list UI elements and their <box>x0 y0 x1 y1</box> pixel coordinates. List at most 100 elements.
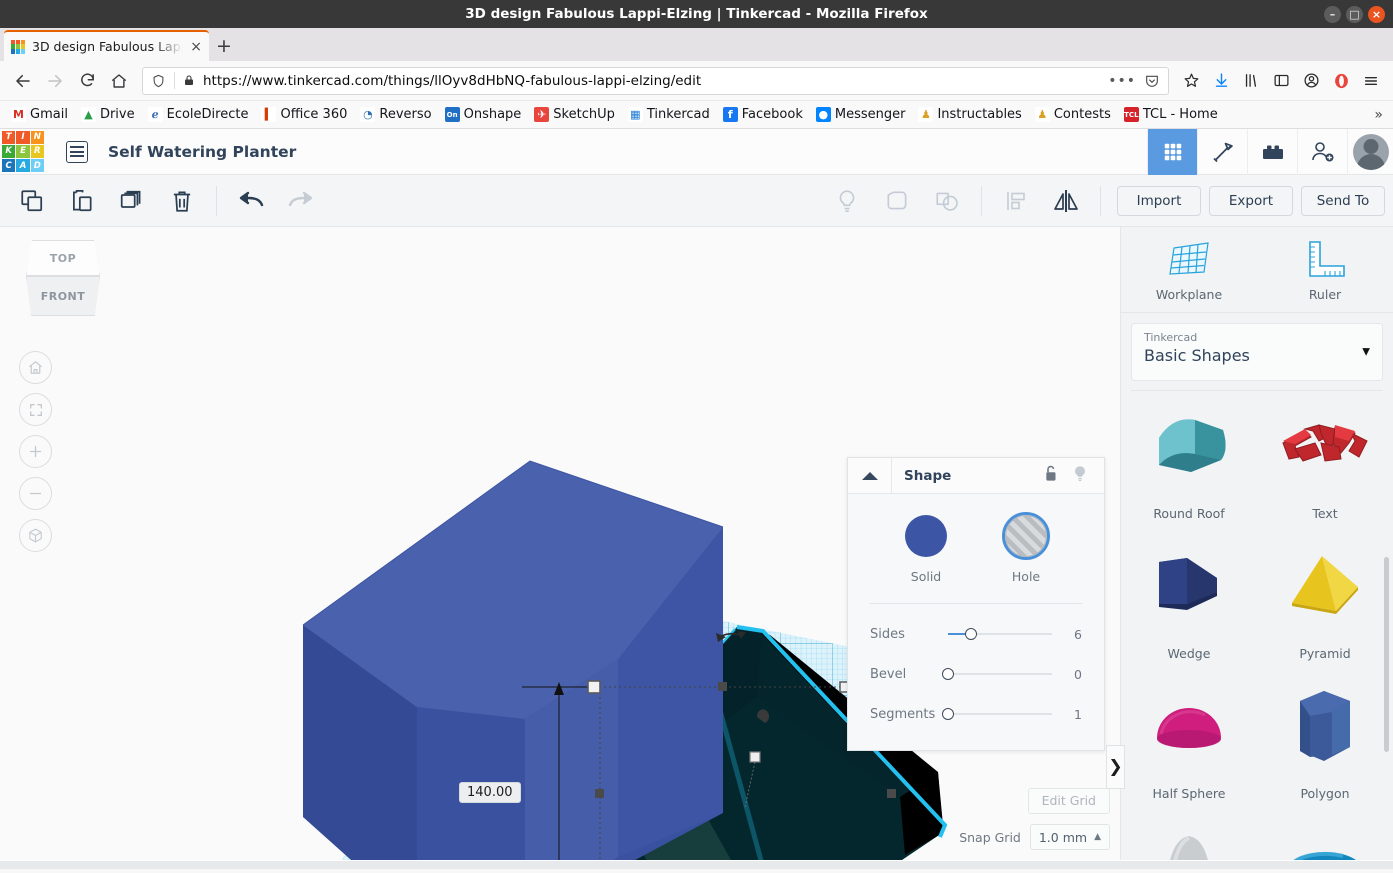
bookmark-star-icon[interactable] <box>1177 67 1205 95</box>
blocks-grid-icon[interactable] <box>1147 128 1197 175</box>
unlock-icon[interactable] <box>1043 465 1058 486</box>
close-button[interactable]: × <box>1368 5 1385 23</box>
sidebar-scrollbar[interactable] <box>1384 557 1389 752</box>
home-button[interactable] <box>104 66 134 96</box>
fit-all-icon[interactable] <box>19 393 52 426</box>
import-button[interactable]: Import <box>1117 185 1201 216</box>
view-cube-top[interactable]: TOP <box>26 240 100 276</box>
shape-item-polygon[interactable]: Polygon <box>1257 671 1393 811</box>
hole-option[interactable]: Hole <box>1002 512 1050 584</box>
ungroup-icon[interactable] <box>923 179 971 223</box>
avatar[interactable] <box>1347 128 1393 175</box>
slider-value[interactable]: 1 <box>1056 707 1082 722</box>
align-icon[interactable] <box>992 179 1040 223</box>
slider-segments[interactable] <box>942 707 1052 721</box>
slider-bevel[interactable] <box>942 667 1052 681</box>
shape-item-paraboloid[interactable] <box>1121 811 1257 860</box>
lightbulb-icon[interactable] <box>823 179 871 223</box>
bookmark-item-sketchup[interactable]: ✈ SketchUp <box>529 105 620 124</box>
copy-icon[interactable] <box>8 179 56 223</box>
url-bar[interactable]: https://www.tinkercad.com/things/llOyv8d… <box>142 66 1169 95</box>
shape-item-torus[interactable] <box>1257 811 1393 860</box>
slider-value[interactable]: 0 <box>1056 667 1082 682</box>
shape-item-text[interactable]: Text <box>1257 391 1393 531</box>
library-icon[interactable] <box>1237 67 1265 95</box>
shape-label: Pyramid <box>1299 646 1351 661</box>
shape-sliders: Sides 6 Bevel 0 Segments 1 <box>870 614 1082 734</box>
tinkercad-logo-icon[interactable]: TINKERCAD <box>0 129 46 175</box>
account-icon[interactable] <box>1297 67 1325 95</box>
bookmark-item-office-360[interactable]: ▍ Office 360 <box>256 105 352 124</box>
view-cube[interactable]: TOP FRONT <box>21 240 105 318</box>
sidebar-item-ruler[interactable]: Ruler <box>1257 227 1393 312</box>
slider-sides[interactable] <box>948 627 1052 641</box>
shape-item-round-roof[interactable]: Round Roof <box>1121 391 1257 531</box>
slider-knob[interactable] <box>942 668 954 680</box>
paste-icon[interactable] <box>58 179 106 223</box>
bookmark-label: Onshape <box>463 107 522 122</box>
canvas-nav-buttons <box>19 351 52 552</box>
bookmark-item-onshape[interactable]: On Onshape <box>440 105 527 124</box>
bookmark-item-reverso[interactable]: ◔ Reverso <box>355 105 436 124</box>
panel-expander-button[interactable]: ❯ <box>1106 745 1125 789</box>
mirror-icon[interactable] <box>1042 179 1090 223</box>
padlock-icon <box>185 75 193 85</box>
bookmark-item-facebook[interactable]: f Facebook <box>718 105 808 124</box>
delete-trash-icon[interactable] <box>158 179 206 223</box>
ortho-perspective-icon[interactable] <box>19 519 52 552</box>
tab-close-icon[interactable]: × <box>190 39 202 55</box>
shape-library-select[interactable]: Tinkercad Basic Shapes ▼ <box>1131 323 1383 381</box>
home-view-icon[interactable] <box>19 351 52 384</box>
zoom-out-icon[interactable] <box>19 477 52 510</box>
bookmark-item-contests[interactable]: ♟ Contests <box>1030 105 1116 124</box>
bookmark-item-tcl-home[interactable]: TCL TCL - Home <box>1119 105 1223 124</box>
zoom-in-icon[interactable] <box>19 435 52 468</box>
menu-icon[interactable] <box>1357 67 1385 95</box>
shape-item-wedge[interactable]: Wedge <box>1121 531 1257 671</box>
chevron-up-icon[interactable] <box>848 457 892 494</box>
shape-item-half-sphere[interactable]: Half Sphere <box>1121 671 1257 811</box>
slider-value[interactable]: 6 <box>1056 627 1082 642</box>
forward-button[interactable] <box>40 66 70 96</box>
undo-icon[interactable] <box>227 179 275 223</box>
back-button[interactable] <box>8 66 38 96</box>
lightbulb-icon[interactable] <box>1072 465 1088 487</box>
edit-grid-button[interactable]: Edit Grid <box>1027 788 1110 814</box>
bookmark-item-tinkercad[interactable]: ▦ Tinkercad <box>623 105 715 124</box>
solid-option[interactable]: Solid <box>902 512 950 584</box>
codeblocks-hammer-icon[interactable] <box>1197 128 1247 175</box>
new-tab-button[interactable]: + <box>209 30 239 61</box>
snap-grid-select[interactable]: 1.0 mm ▲ <box>1029 824 1110 850</box>
bookmark-item-drive[interactable]: ▲ Drive <box>76 105 140 124</box>
bookmarks-overflow-icon[interactable]: » <box>1374 107 1387 123</box>
project-list-icon[interactable] <box>66 140 88 163</box>
duplicate-icon[interactable] <box>108 179 156 223</box>
torus-shape <box>1257 811 1393 860</box>
brick-icon[interactable] <box>1247 128 1297 175</box>
bookmark-item-gmail[interactable]: M Gmail <box>6 105 73 124</box>
sidebar-icon[interactable] <box>1267 67 1295 95</box>
bookmark-item-instructables[interactable]: ♟ Instructables <box>913 105 1026 124</box>
maximize-button[interactable]: □ <box>1346 5 1363 23</box>
shape-item-pyramid[interactable]: Pyramid <box>1257 531 1393 671</box>
dimension-height-label[interactable]: 140.00 <box>459 782 521 803</box>
redo-icon[interactable] <box>277 179 325 223</box>
polygon-shape <box>1257 671 1393 780</box>
view-cube-front[interactable]: FRONT <box>26 276 100 316</box>
minimize-button[interactable]: – <box>1324 5 1341 23</box>
bookmark-item-messenger[interactable]: ● Messenger <box>811 105 911 124</box>
reload-button[interactable] <box>72 66 102 96</box>
group-icon[interactable] <box>873 179 921 223</box>
opera-icon[interactable] <box>1327 67 1355 95</box>
slider-knob[interactable] <box>964 628 977 640</box>
sidebar-item-workplane[interactable]: Workplane <box>1121 227 1257 312</box>
export-button[interactable]: Export <box>1209 185 1293 216</box>
tinkercad-favicon-icon <box>11 39 25 54</box>
slider-knob[interactable] <box>942 708 954 720</box>
bookmark-item-ecoledirecte[interactable]: ℯ EcoleDirecte <box>143 105 254 124</box>
send-to-button[interactable]: Send To <box>1301 185 1385 216</box>
page-actions-icon[interactable]: ••• <box>1108 73 1136 89</box>
invite-person-icon[interactable] <box>1297 128 1347 175</box>
browser-tab[interactable]: 3D design Fabulous Lapp × <box>4 30 209 61</box>
download-icon[interactable] <box>1207 67 1235 95</box>
